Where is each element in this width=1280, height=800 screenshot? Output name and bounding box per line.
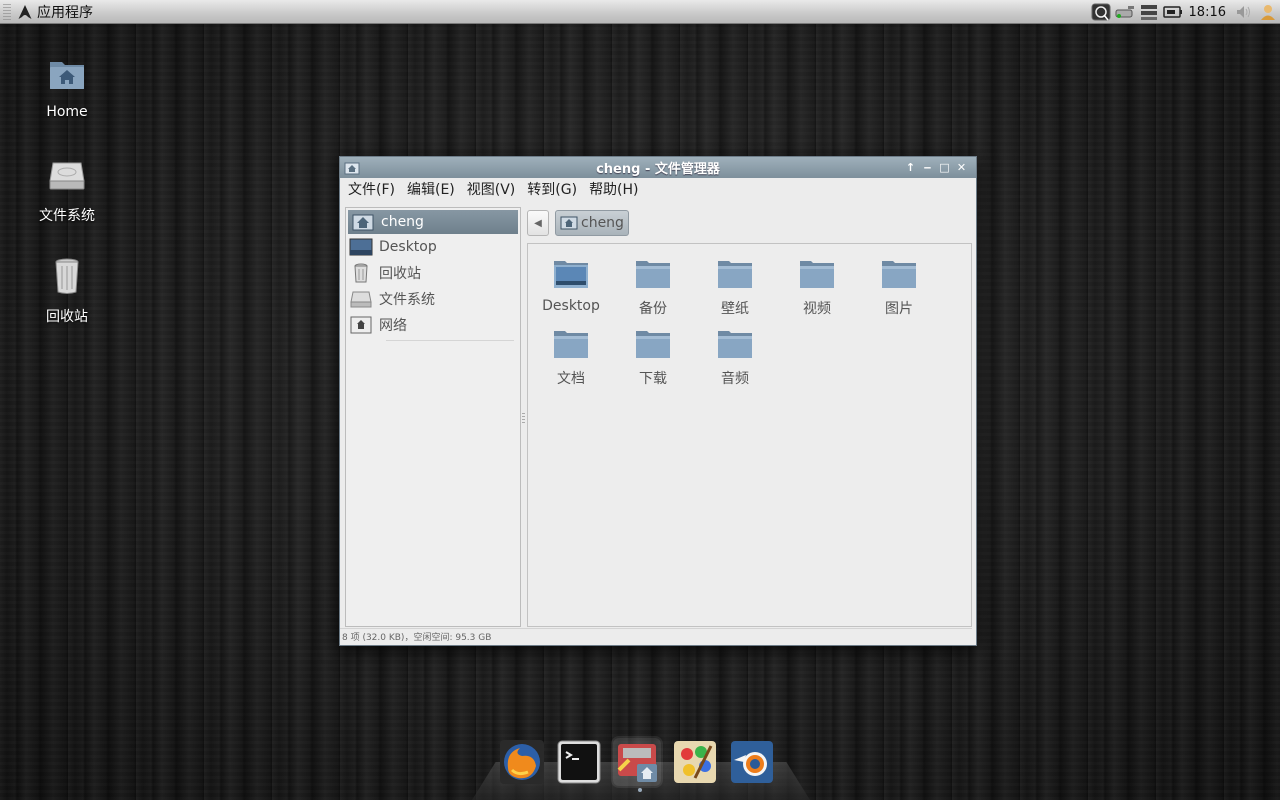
desktop-icon-label: 回收站	[46, 309, 88, 325]
sidebar-item-home[interactable]: cheng	[348, 210, 518, 234]
file-item-music[interactable]: 音频	[694, 328, 776, 388]
sidebar-item-filesystem[interactable]: 文件系统	[346, 286, 520, 312]
monitor-icon[interactable]	[1090, 3, 1112, 21]
folder-icon	[636, 331, 670, 358]
drive-icon	[349, 289, 373, 309]
sidebar-item-label: 网络	[379, 318, 407, 334]
file-item-desktop[interactable]: Desktop	[530, 258, 612, 314]
dock-item-paint[interactable]	[671, 738, 719, 786]
terminal-icon	[557, 740, 601, 784]
folder-icon	[882, 261, 916, 288]
folder-icon	[718, 331, 752, 358]
shade-button[interactable]: ↑	[902, 159, 919, 176]
menu-edit[interactable]: 编辑(E)	[403, 179, 463, 199]
dock-item-blender[interactable]	[728, 738, 776, 786]
home-icon	[351, 212, 375, 232]
menu-go[interactable]: 转到(G)	[523, 179, 585, 199]
drive-icon	[49, 162, 85, 190]
maximize-button[interactable]: □	[936, 159, 953, 176]
display-icon[interactable]	[1138, 3, 1160, 21]
desktop-icon-label: Home	[46, 104, 88, 120]
status-divider	[340, 628, 972, 629]
paint-icon	[673, 741, 716, 783]
sidebar-item-trash[interactable]: 回收站	[346, 260, 520, 286]
file-item-label: 文档	[557, 371, 585, 387]
sidebar-item-desktop[interactable]: Desktop	[346, 234, 520, 260]
applications-menu-label: 应用程序	[37, 4, 93, 21]
path-button-label: cheng	[581, 215, 624, 231]
file-item-label: 图片	[885, 301, 913, 317]
desktop-icon-label: 文件系统	[39, 208, 95, 224]
dock-item-terminal[interactable]	[556, 738, 604, 786]
folder-icon	[554, 331, 588, 358]
file-item-label: 壁纸	[721, 301, 749, 317]
home-folder-icon	[50, 62, 84, 89]
home-icon	[560, 216, 578, 230]
dock-item-firefox[interactable]	[498, 738, 546, 786]
file-item-label: 下载	[639, 371, 667, 387]
dock-running-indicator	[638, 788, 642, 792]
folder-icon	[718, 261, 752, 288]
desktop-icon	[349, 237, 373, 257]
file-item-pictures[interactable]: 图片	[858, 258, 940, 318]
file-item-label: 音频	[721, 371, 749, 387]
network-icon[interactable]	[1114, 3, 1136, 21]
menu-view[interactable]: 视图(V)	[463, 179, 524, 199]
trash-icon	[55, 258, 79, 294]
applications-menu[interactable]: 应用程序	[17, 0, 93, 24]
network-icon	[349, 315, 373, 335]
battery-icon[interactable]	[1162, 3, 1184, 21]
window-title: cheng - 文件管理器	[596, 162, 720, 177]
firefox-icon	[499, 740, 544, 784]
sidebar-separator	[386, 340, 514, 341]
path-button-current[interactable]: cheng	[555, 210, 629, 236]
window-controls: ↑ ‒ □ ✕	[902, 159, 970, 176]
system-tray: 18:16	[1089, 0, 1280, 24]
minimize-button[interactable]: ‒	[919, 159, 936, 176]
location-bar: ◀ cheng	[527, 209, 629, 237]
desktop-icon-home[interactable]: Home	[17, 54, 117, 120]
menu-file[interactable]: 文件(F)	[344, 179, 403, 199]
file-item-downloads[interactable]: 下载	[612, 328, 694, 388]
file-manager-icon	[617, 744, 657, 782]
file-item-wallpaper[interactable]: 壁纸	[694, 258, 776, 318]
file-item-backup[interactable]: 备份	[612, 258, 694, 318]
blender-icon	[731, 741, 774, 783]
dock-item-file-manager[interactable]	[613, 738, 661, 786]
sidebar-item-label: cheng	[381, 214, 424, 230]
clock[interactable]: 18:16	[1189, 5, 1226, 20]
file-item-label: 备份	[639, 301, 667, 317]
trash-icon	[349, 263, 373, 283]
file-item-videos[interactable]: 视频	[776, 258, 858, 318]
path-back-button[interactable]: ◀	[527, 210, 549, 236]
folder-icon	[800, 261, 834, 288]
pane-splitter[interactable]	[522, 413, 525, 423]
file-item-label: Desktop	[542, 298, 600, 314]
menubar: 文件(F) 编辑(E) 视图(V) 转到(G) 帮助(H)	[340, 178, 976, 200]
arch-logo-icon	[18, 4, 32, 19]
desktop-icon-trash[interactable]: 回收站	[17, 256, 117, 326]
sidebar-item-network[interactable]: 网络	[346, 312, 520, 338]
file-item-documents[interactable]: 文档	[530, 328, 612, 388]
dock	[498, 734, 786, 790]
desktop-icon-filesystem[interactable]: 文件系统	[17, 155, 117, 225]
sidebar-item-label: 回收站	[379, 266, 421, 282]
file-item-label: 视频	[803, 301, 831, 317]
places-sidebar: cheng Desktop 回收站 文件系统 网络	[345, 207, 521, 627]
close-button[interactable]: ✕	[953, 159, 970, 176]
window-titlebar[interactable]: cheng - 文件管理器 ↑ ‒ □ ✕	[340, 157, 976, 178]
user-icon[interactable]	[1257, 3, 1279, 21]
status-bar: 8 项 (32.0 KB)，空闲空间: 95.3 GB	[342, 633, 492, 643]
panel-grip[interactable]	[3, 3, 11, 20]
sidebar-item-label: Desktop	[379, 239, 437, 255]
file-view: Desktop 备份 壁纸 视频 图片 文档 下载 音频	[527, 243, 972, 627]
folder-icon	[636, 261, 670, 288]
menu-help[interactable]: 帮助(H)	[585, 179, 646, 199]
sidebar-item-label: 文件系统	[379, 292, 435, 308]
desktop-folder-icon	[554, 261, 588, 288]
top-panel: 应用程序 18:16	[0, 0, 1280, 24]
volume-icon[interactable]	[1233, 3, 1255, 21]
file-manager-window: cheng - 文件管理器 ↑ ‒ □ ✕ 文件(F) 编辑(E) 视图(V) …	[339, 156, 977, 646]
